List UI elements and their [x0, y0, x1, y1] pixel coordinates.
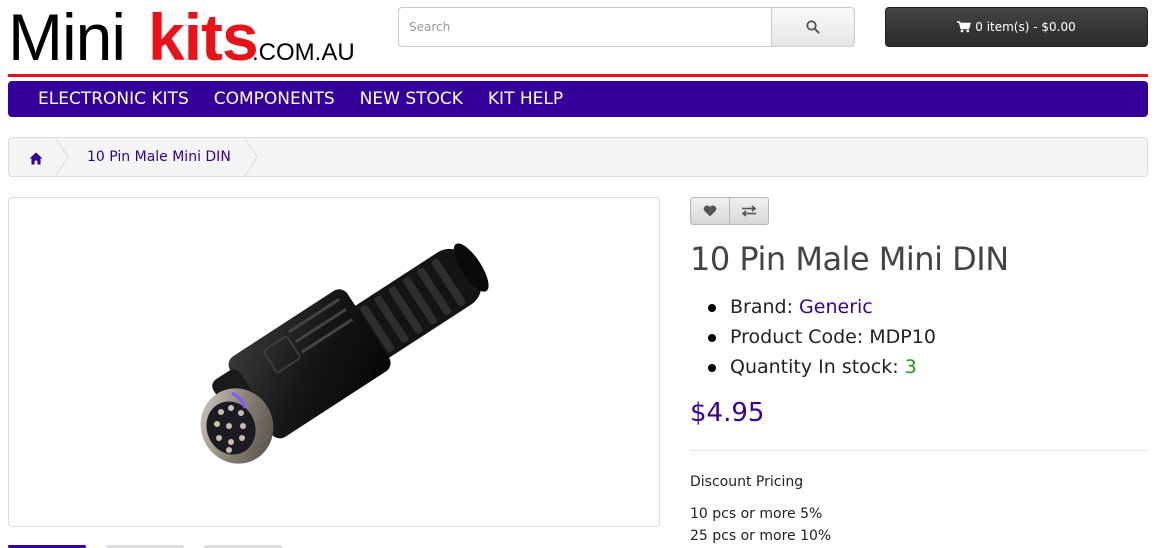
product-image-frame[interactable]: [8, 197, 660, 527]
menu-item-new-stock[interactable]: NEW STOCK: [360, 81, 463, 117]
breadcrumb-home[interactable]: [29, 150, 43, 169]
breadcrumb: 10 Pin Male Mini DIN: [8, 137, 1148, 177]
discount-tier: 10 pcs or more 5%: [690, 506, 823, 522]
heart-icon: [703, 205, 717, 217]
home-icon: [29, 152, 43, 165]
shopping-cart-icon: [957, 21, 972, 33]
cart-button[interactable]: 0 item(s) - $0.00: [885, 7, 1148, 47]
search-input[interactable]: [398, 7, 772, 47]
stock-value: 3: [904, 356, 917, 378]
stock-row: Quantity In stock: 3: [708, 352, 936, 382]
logo-text-domain: .COM.AU: [252, 39, 355, 66]
exchange-icon: [741, 205, 757, 217]
brand-label: Brand:: [730, 296, 793, 318]
product-code-row: Product Code: MDP10: [708, 322, 936, 352]
brand-link[interactable]: Generic: [799, 296, 873, 318]
header-divider: [8, 74, 1148, 77]
site-logo[interactable]: Mini kits .COM.AU: [8, 0, 355, 74]
breadcrumb-current[interactable]: 10 Pin Male Mini DIN: [87, 138, 231, 176]
product-details: Brand: Generic Product Code: MDP10 Quant…: [708, 292, 936, 382]
search-button[interactable]: [771, 7, 855, 47]
breadcrumb-separator: [244, 137, 258, 177]
menu-item-kit-help[interactable]: KIT HELP: [488, 81, 563, 117]
logo-text-kits: kits: [148, 0, 259, 74]
product-code-value: MDP10: [869, 326, 936, 348]
brand-row: Brand: Generic: [708, 292, 936, 322]
cart-label: 0 item(s) - $0.00: [975, 20, 1076, 34]
product-image: [200, 243, 489, 464]
price-divider: [690, 450, 1148, 451]
wishlist-button[interactable]: [690, 197, 730, 225]
breadcrumb-separator: [55, 137, 69, 177]
product-code-label: Product Code:: [730, 326, 864, 348]
stock-label: Quantity In stock:: [730, 356, 899, 378]
menu-item-electronic-kits[interactable]: ELECTRONIC KITS: [38, 81, 189, 117]
menu-item-components[interactable]: COMPONENTS: [214, 81, 335, 117]
discount-title: Discount Pricing: [690, 474, 804, 490]
discount-tier: 25 pcs or more 10%: [690, 528, 832, 544]
product-actions: [690, 197, 769, 225]
main-menu: ELECTRONIC KITS COMPONENTS NEW STOCK KIT…: [8, 81, 1148, 117]
logo-text-mini: Mini: [8, 0, 126, 74]
product-title: 10 Pin Male Mini DIN: [690, 240, 1009, 278]
search-icon: [806, 20, 820, 34]
product-price: $4.95: [690, 398, 765, 428]
compare-button[interactable]: [730, 197, 769, 225]
